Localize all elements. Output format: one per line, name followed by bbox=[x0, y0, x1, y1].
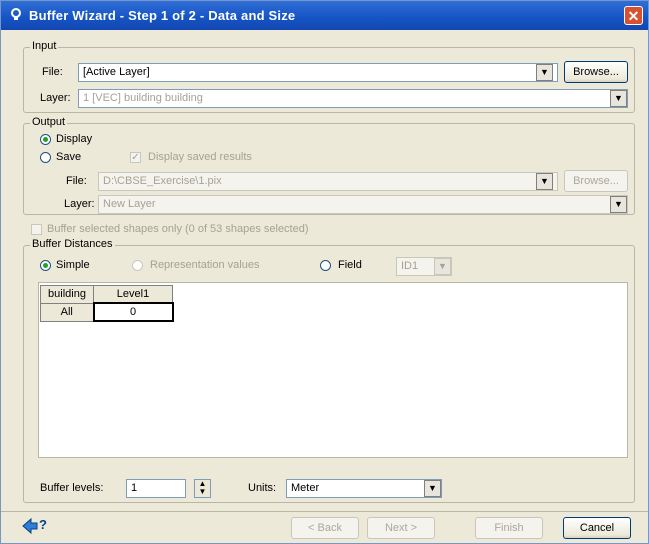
table-header: Level1 bbox=[93, 285, 173, 304]
representation-label: Representation values bbox=[150, 259, 260, 271]
dropdown-arrow-icon[interactable]: ▼ bbox=[610, 196, 627, 213]
output-layer-select[interactable]: New Layer bbox=[98, 195, 628, 214]
representation-radio[interactable] bbox=[132, 260, 143, 271]
output-file-value: D:\CBSE_Exercise\1.pix bbox=[103, 175, 222, 187]
dropdown-arrow-icon[interactable]: ▼ bbox=[536, 64, 553, 81]
output-layer-label: Layer: bbox=[64, 198, 95, 210]
dropdown-arrow-icon[interactable]: ▼ bbox=[610, 90, 627, 107]
input-layer-select[interactable]: 1 [VEC] building building bbox=[78, 89, 628, 108]
units-select[interactable]: Meter bbox=[286, 479, 442, 498]
back-button[interactable]: < Back bbox=[291, 517, 359, 539]
distance-table: building Level1 All 0 bbox=[40, 285, 174, 322]
input-layer-label: Layer: bbox=[40, 92, 71, 104]
units-value: Meter bbox=[291, 482, 320, 494]
table-row-label: All bbox=[40, 302, 94, 322]
dropdown-arrow-icon[interactable]: ▼ bbox=[434, 258, 451, 275]
save-radio[interactable] bbox=[40, 152, 51, 163]
input-legend: Input bbox=[30, 40, 59, 52]
cancel-button[interactable]: Cancel bbox=[563, 517, 631, 539]
output-browse-button[interactable]: Browse... bbox=[564, 170, 628, 192]
next-button[interactable]: Next > bbox=[367, 517, 435, 539]
buffer-wizard-window: Buffer Wizard - Step 1 of 2 - Data and S… bbox=[0, 0, 649, 544]
buffer-selected-label: Buffer selected shapes only (0 of 53 sha… bbox=[47, 223, 309, 235]
window-title: Buffer Wizard - Step 1 of 2 - Data and S… bbox=[29, 8, 296, 23]
display-saved-checkbox[interactable]: ✓ bbox=[130, 152, 141, 163]
table-row: All 0 bbox=[40, 302, 174, 322]
table-header: building bbox=[40, 285, 94, 304]
close-icon[interactable]: ✕ bbox=[624, 6, 643, 25]
display-label: Display bbox=[56, 133, 93, 145]
buffer-levels-input[interactable]: 1 bbox=[126, 479, 186, 498]
buffer-levels-label: Buffer levels: bbox=[40, 482, 104, 494]
field-radio[interactable] bbox=[320, 260, 331, 271]
input-file-value: [Active Layer] bbox=[83, 66, 150, 78]
input-group: Input File: [Active Layer] ▼ Browse... L… bbox=[23, 40, 635, 113]
table-cell-level1[interactable]: 0 bbox=[92, 302, 174, 322]
units-label: Units: bbox=[248, 482, 277, 494]
buffer-distances-legend: Buffer Distances bbox=[30, 238, 115, 250]
table-header-row: building Level1 bbox=[40, 285, 173, 304]
dropdown-arrow-icon[interactable]: ▼ bbox=[424, 480, 441, 497]
spin-arrows-icon[interactable]: ▲ ▼ bbox=[194, 479, 211, 498]
output-file-label: File: bbox=[66, 175, 87, 187]
display-saved-label: Display saved results bbox=[148, 151, 252, 163]
input-file-select[interactable]: [Active Layer] bbox=[78, 63, 558, 82]
buffer-levels-value: 1 bbox=[131, 482, 138, 494]
app-icon bbox=[11, 8, 21, 20]
simple-radio[interactable] bbox=[40, 260, 51, 271]
dropdown-arrow-icon[interactable]: ▼ bbox=[536, 173, 553, 190]
buffer-distances-group: Buffer Distances Simple Representation v… bbox=[23, 238, 635, 503]
input-layer-value: 1 [VEC] building building bbox=[83, 92, 203, 104]
buffer-selected-checkbox[interactable] bbox=[31, 224, 42, 235]
output-layer-value: New Layer bbox=[103, 198, 156, 210]
title-bar: Buffer Wizard - Step 1 of 2 - Data and S… bbox=[1, 1, 648, 30]
field-value: ID1 bbox=[401, 260, 419, 272]
display-radio[interactable] bbox=[40, 134, 51, 145]
help-glyph: ? bbox=[39, 517, 47, 532]
output-legend: Output bbox=[30, 116, 68, 128]
input-file-label: File: bbox=[42, 66, 63, 78]
simple-label: Simple bbox=[56, 259, 90, 271]
finish-button[interactable]: Finish bbox=[475, 517, 543, 539]
footer-divider bbox=[1, 511, 648, 512]
input-browse-button[interactable]: Browse... bbox=[564, 61, 628, 83]
field-label: Field bbox=[338, 259, 362, 271]
save-label: Save bbox=[56, 151, 82, 163]
output-file-select[interactable]: D:\CBSE_Exercise\1.pix bbox=[98, 172, 558, 191]
output-group: Output Display Save ✓ Display saved resu… bbox=[23, 116, 635, 215]
